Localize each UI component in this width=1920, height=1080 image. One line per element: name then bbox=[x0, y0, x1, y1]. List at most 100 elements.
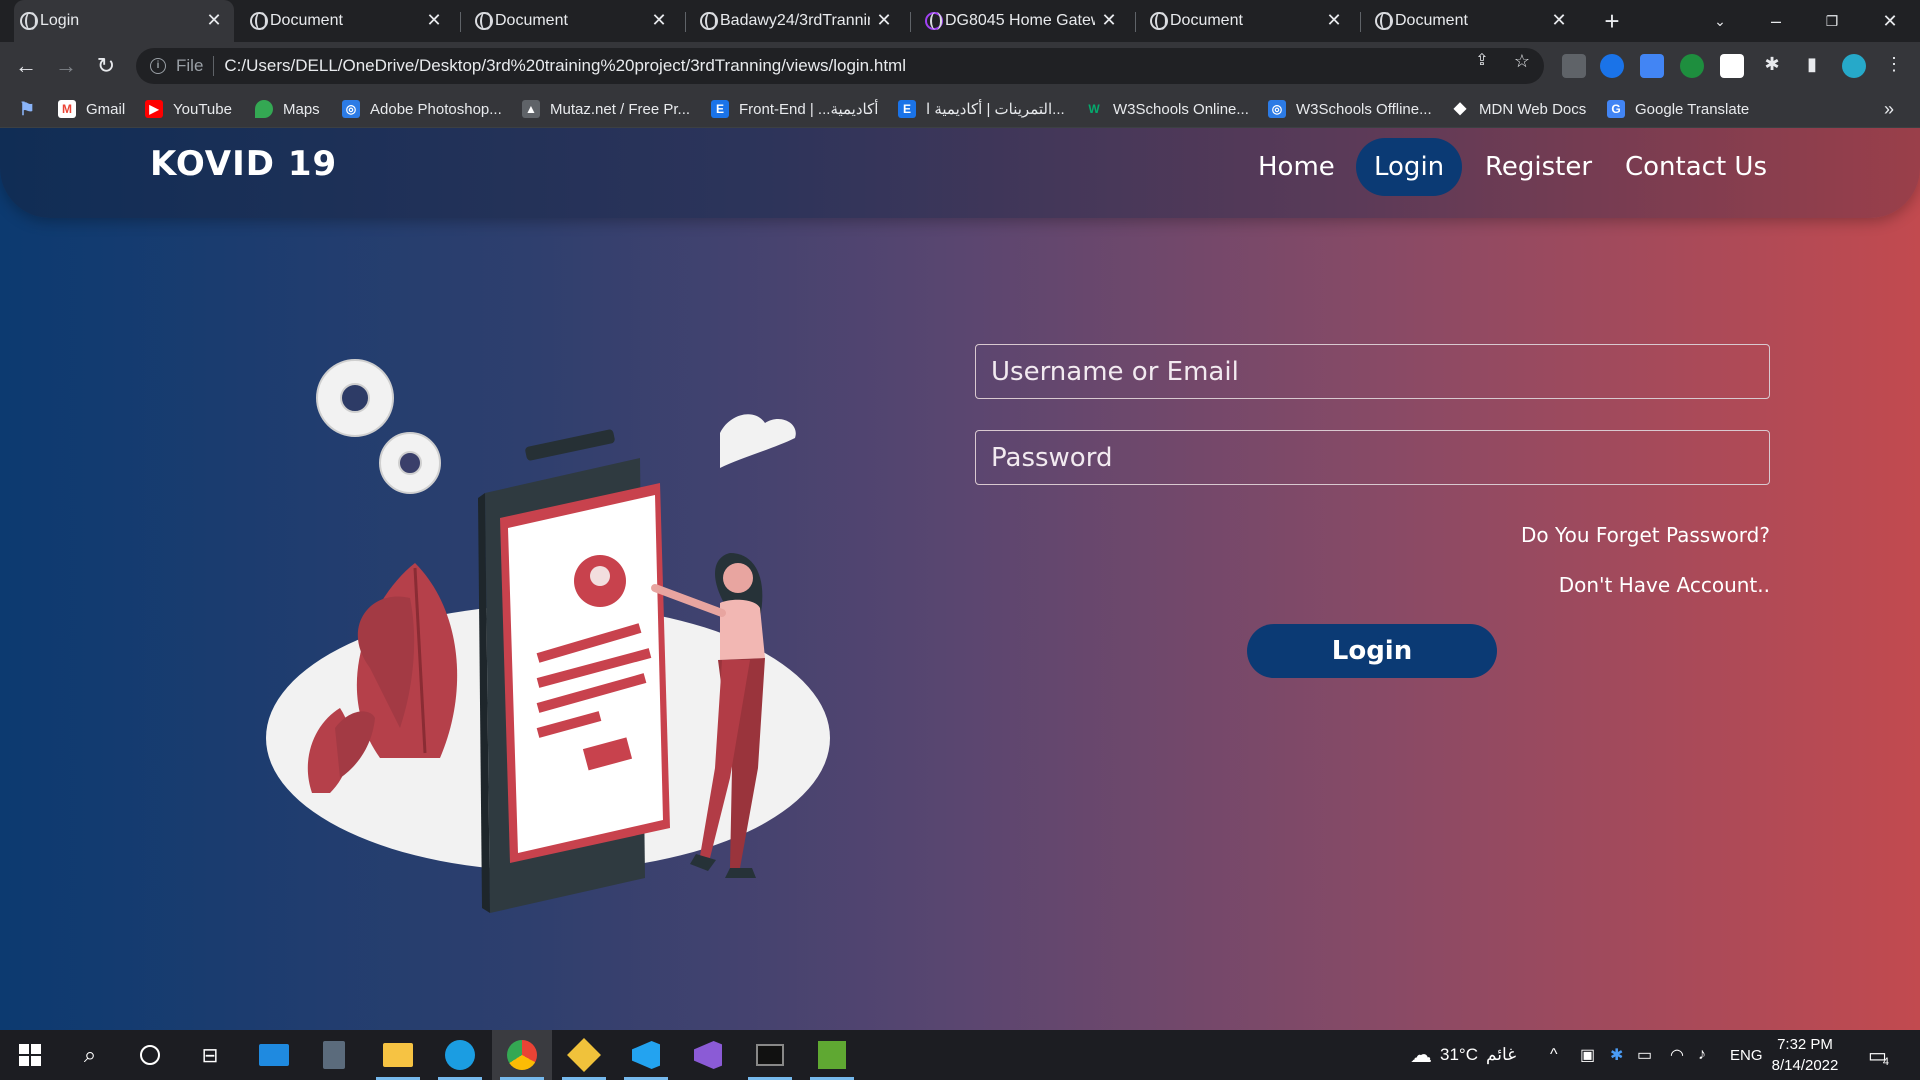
mail-icon[interactable] bbox=[244, 1030, 304, 1080]
bookmark-w3schools-offline[interactable]: ◎ W3Schools Offline... bbox=[1268, 90, 1432, 128]
bookmark-translate[interactable]: G Google Translate bbox=[1607, 90, 1749, 128]
extensions-puzzle-icon[interactable]: ✱ bbox=[1762, 54, 1782, 74]
cloud-icon bbox=[720, 414, 796, 468]
bookmark-frontend[interactable]: E Front-End | ...أكاديمية bbox=[711, 90, 878, 128]
tab-document-4[interactable]: Document ✕ bbox=[1369, 0, 1579, 42]
extension-translate-icon[interactable] bbox=[1640, 54, 1664, 78]
bookmark-gmail[interactable]: M Gmail bbox=[58, 90, 125, 128]
e-icon: E bbox=[898, 100, 916, 118]
close-tab-icon[interactable]: ✕ bbox=[204, 10, 224, 30]
tab-github[interactable]: Badawy24/3rdTranning ✕ bbox=[694, 0, 904, 42]
login-button[interactable]: Login bbox=[1247, 624, 1497, 678]
tab-document-2[interactable]: Document ✕ bbox=[469, 0, 679, 42]
globe-icon bbox=[475, 12, 493, 30]
bookmark-maps[interactable]: Maps bbox=[255, 90, 320, 128]
tab-document-3[interactable]: Document ✕ bbox=[1144, 0, 1354, 42]
new-tab-icon[interactable]: + bbox=[1592, 6, 1632, 36]
tab-login[interactable]: Login ✕ bbox=[14, 0, 234, 42]
mdn-icon: ◆ bbox=[1453, 100, 1467, 117]
youtube-icon: ▶ bbox=[145, 100, 163, 118]
mutaz-icon: ▲ bbox=[522, 100, 540, 118]
file-explorer-icon[interactable] bbox=[368, 1030, 428, 1080]
calculator-icon[interactable] bbox=[304, 1030, 364, 1080]
close-tab-icon[interactable]: ✕ bbox=[874, 10, 894, 30]
e-icon: E bbox=[711, 100, 729, 118]
git-icon[interactable] bbox=[554, 1030, 614, 1080]
reload-icon[interactable]: ↻ bbox=[90, 50, 122, 82]
site-navbar: KOVID 19 Home Login Register Contact Us bbox=[0, 128, 1920, 218]
battery-icon[interactable]: ▭ bbox=[1637, 1030, 1652, 1080]
close-tab-icon[interactable]: ✕ bbox=[1099, 10, 1119, 30]
password-field[interactable] bbox=[975, 430, 1770, 485]
tray-chevron-icon[interactable]: ^ bbox=[1550, 1030, 1558, 1080]
bluetooth-icon[interactable]: ✱ bbox=[1610, 1030, 1623, 1080]
tab-strip: Login ✕ Document ✕ Document ✕ Badawy24/3… bbox=[0, 0, 1920, 42]
search-icon[interactable]: ⌕ bbox=[60, 1030, 120, 1080]
bookmark-w3schools[interactable]: W W3Schools Online... bbox=[1085, 90, 1249, 128]
tab-search-icon[interactable]: ⌄ bbox=[1700, 6, 1740, 36]
task-view-icon[interactable]: ⊟ bbox=[180, 1030, 240, 1080]
wifi-icon[interactable]: ◠ bbox=[1670, 1030, 1684, 1080]
globe-icon bbox=[1150, 12, 1168, 30]
notification-center-icon[interactable]: ▭ 4 bbox=[1868, 1030, 1889, 1080]
close-tab-icon[interactable]: ✕ bbox=[424, 10, 444, 30]
bookmark-photoshop[interactable]: ◎ Adobe Photoshop... bbox=[342, 90, 502, 128]
brand-logo[interactable]: KOVID 19 bbox=[150, 144, 337, 184]
vscode-icon[interactable] bbox=[616, 1030, 676, 1080]
nav-register[interactable]: Register bbox=[1467, 138, 1610, 196]
bookmark-mutaz[interactable]: ▲ Mutaz.net / Free Pr... bbox=[522, 90, 690, 128]
start-icon[interactable] bbox=[0, 1030, 60, 1080]
nav-home[interactable]: Home bbox=[1240, 138, 1353, 196]
excel-icon[interactable] bbox=[802, 1030, 862, 1080]
volume-icon[interactable]: ♪ bbox=[1698, 1030, 1706, 1080]
gmail-icon: M bbox=[58, 100, 76, 118]
windows-taskbar: ⌕ ⊟ ☁ 31°C غائم ^ ▣ ✱ ▭ ◠ ♪ ENG 7:32 PM … bbox=[0, 1030, 1920, 1080]
back-icon[interactable]: ← bbox=[10, 50, 42, 82]
close-tab-icon[interactable]: ✕ bbox=[1549, 10, 1569, 30]
language-indicator[interactable]: ENG bbox=[1730, 1030, 1763, 1080]
login-page: KOVID 19 Home Login Register Contact Us bbox=[0, 128, 1920, 1030]
weather-widget[interactable]: ☁ 31°C غائم bbox=[1410, 1030, 1516, 1080]
register-link[interactable]: Don't Have Account.. bbox=[1559, 573, 1770, 597]
bookmark-star-icon[interactable]: ☆ bbox=[1512, 51, 1532, 71]
extension-edge-icon[interactable] bbox=[1600, 54, 1624, 78]
bookmark-mdn[interactable]: ◆ MDN Web Docs bbox=[1451, 90, 1586, 128]
share-icon[interactable]: ⇪ bbox=[1472, 51, 1492, 71]
close-tab-icon[interactable]: ✕ bbox=[649, 10, 669, 30]
restore-icon[interactable]: ❐ bbox=[1812, 6, 1852, 36]
bookmark-exercises[interactable]: E التمرينات | أكاديمية ا... bbox=[898, 90, 1065, 128]
tab-gateway[interactable]: DG8045 Home Gateway ✕ bbox=[919, 0, 1129, 42]
menu-dots-icon[interactable]: ⋮ bbox=[1884, 54, 1904, 74]
bookmark-youtube[interactable]: ▶ YouTube bbox=[145, 90, 232, 128]
username-field[interactable] bbox=[975, 344, 1770, 399]
terminal-icon[interactable] bbox=[740, 1030, 800, 1080]
cortana-icon[interactable] bbox=[120, 1030, 180, 1080]
nav-login[interactable]: Login bbox=[1356, 138, 1463, 196]
globe-icon bbox=[250, 12, 268, 30]
clock[interactable]: 7:32 PM 8/14/2022 bbox=[1760, 1034, 1850, 1076]
edge-icon[interactable] bbox=[430, 1030, 490, 1080]
bookmark-flag[interactable]: ⚑ bbox=[18, 90, 46, 128]
site-info-icon[interactable]: i bbox=[150, 58, 166, 74]
extension-green-icon[interactable] bbox=[1680, 54, 1704, 78]
close-tab-icon[interactable]: ✕ bbox=[1324, 10, 1344, 30]
tray-network-monitor-icon[interactable]: ▣ bbox=[1580, 1030, 1595, 1080]
extension-pen-icon[interactable] bbox=[1562, 54, 1586, 78]
more-bookmarks-icon[interactable]: » bbox=[1884, 90, 1894, 128]
chrome-icon[interactable] bbox=[492, 1030, 552, 1080]
url-text[interactable]: C:/Users/DELL/OneDrive/Desktop/3rd%20tra… bbox=[224, 56, 906, 76]
profile-avatar[interactable] bbox=[1842, 54, 1866, 78]
translate-icon: G bbox=[1607, 100, 1625, 118]
tab-document-1[interactable]: Document ✕ bbox=[244, 0, 454, 42]
forgot-password-link[interactable]: Do You Forget Password? bbox=[1521, 523, 1770, 547]
minimize-icon[interactable]: – bbox=[1756, 6, 1796, 36]
cloud-weather-icon: ☁ bbox=[1410, 1042, 1432, 1067]
visual-studio-icon[interactable] bbox=[678, 1030, 738, 1080]
window-close-icon[interactable]: ✕ bbox=[1870, 6, 1910, 36]
address-bar[interactable]: i File C:/Users/DELL/OneDrive/Desktop/3r… bbox=[136, 48, 1544, 84]
extension-b-icon[interactable] bbox=[1720, 54, 1744, 78]
forward-icon[interactable]: → bbox=[50, 50, 82, 82]
nav-contact-us[interactable]: Contact Us bbox=[1607, 138, 1785, 196]
side-panel-icon[interactable]: ▮ bbox=[1802, 54, 1822, 74]
w3schools-offline-icon: ◎ bbox=[1268, 100, 1286, 118]
